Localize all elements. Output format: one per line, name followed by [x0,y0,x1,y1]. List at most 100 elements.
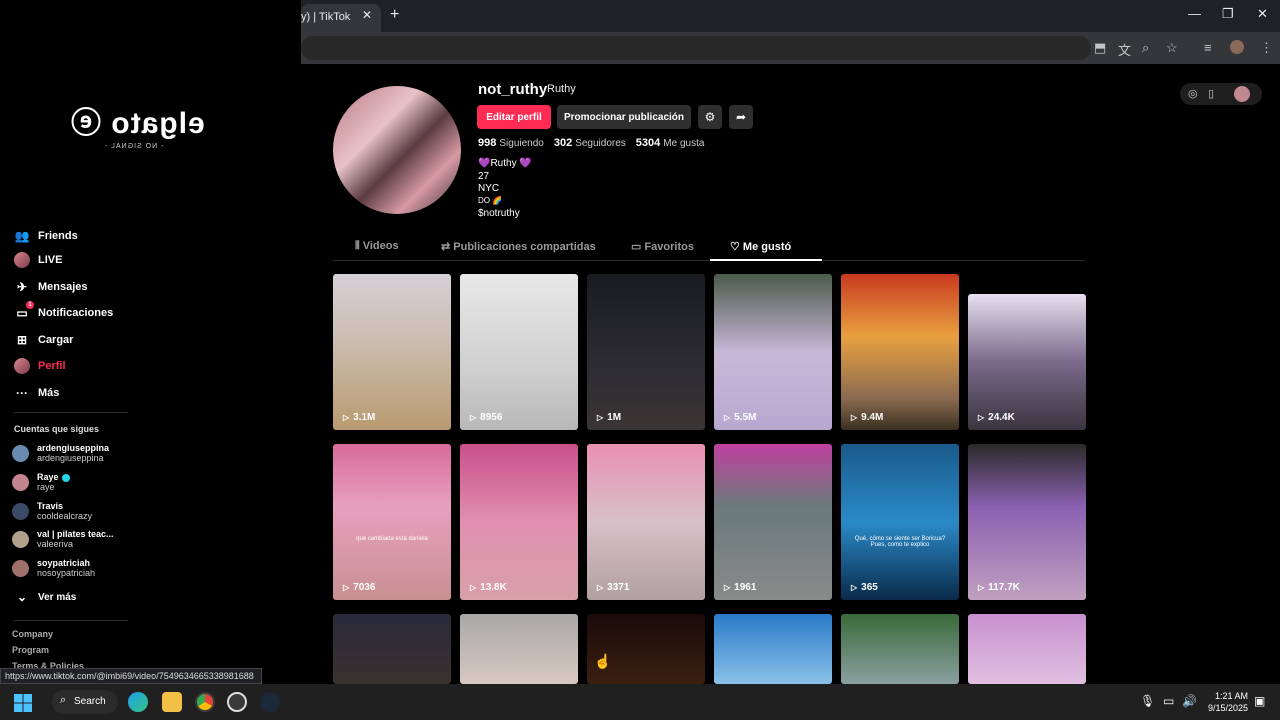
stat-following[interactable]: 998 Siguiendo [478,137,544,149]
tab-videos[interactable]: ⫴ Videos [355,240,399,253]
edit-profile-button[interactable]: Editar perfil [477,105,551,129]
bookmark-icon: ▭ [631,241,645,253]
verified-badge-icon [61,473,70,482]
video-thumbnail[interactable]: ▷ 5.5M [714,274,832,430]
chrome-icon[interactable] [195,692,215,712]
tab-close-icon[interactable]: ✕ [362,8,372,22]
nav-messages[interactable]: ✈ Mensajes [14,279,88,295]
video-thumbnail[interactable] [968,614,1086,684]
zoom-icon[interactable]: ⌕ [1142,40,1149,56]
video-thumbnail[interactable]: ▷ 3.1M [333,274,451,430]
footer-link-company[interactable]: Company [12,629,53,639]
following-account[interactable]: Travis cooldealcrazy [12,501,92,521]
nav-more[interactable]: ··· Más [14,385,59,401]
video-thumbnail[interactable] [460,614,578,684]
address-toolbar [301,32,1280,64]
play-icon: ▷ [978,583,985,592]
repost-icon: ⇄ [441,241,454,253]
microphone-icon[interactable]: 🎙 [1140,694,1155,708]
file-explorer-icon[interactable] [162,692,182,712]
video-thumbnail[interactable]: ▷ 3371 [587,444,705,600]
volume-icon[interactable]: 🔊 [1182,694,1197,708]
restore-icon[interactable]: ❐ [1222,6,1234,22]
play-icon: ▷ [470,583,477,592]
bio-line: $notruthy [478,208,520,219]
address-field[interactable] [301,36,1091,60]
video-thumbnail[interactable]: ▷ 24.4K [968,294,1086,430]
view-count: ▷ 7036 [343,582,376,593]
taskbar-search[interactable]: ⌕ Search [52,690,118,714]
translate-icon[interactable]: 文 [1118,40,1131,59]
minimize-icon[interactable]: — [1188,6,1201,21]
view-count: ▷ 8956 [470,412,503,423]
play-icon: ▷ [343,583,350,592]
video-thumbnail[interactable] [841,614,959,684]
video-thumbnail[interactable]: ▷ 117.7K [968,444,1086,600]
nav-live[interactable]: LIVE [14,252,62,268]
view-count: ▷ 1M [597,412,622,423]
profile-username: not_ruthy [478,81,548,98]
video-thumbnail[interactable] [333,614,451,684]
notification-center-icon[interactable]: ▣ [1254,694,1265,708]
share-icon[interactable]: ➦ [729,105,753,129]
tab-reposts[interactable]: ⇄ Publicaciones compartidas [441,240,596,253]
edge-icon[interactable] [128,692,148,712]
play-icon: ▷ [851,413,858,422]
promote-post-button[interactable]: Promocionar publicación [557,105,691,129]
browser-menu-icon[interactable]: ⋮ [1260,40,1273,56]
steam-icon[interactable] [260,692,280,712]
user-avatar[interactable] [1234,86,1250,102]
more-icon: ··· [16,386,28,400]
messages-icon: ✈ [16,280,28,294]
video-thumbnail[interactable]: ▷ 1M [587,274,705,430]
profile-picture[interactable] [333,86,461,214]
footer-link-program[interactable]: Program [12,645,49,655]
view-count: ▷ 3371 [597,582,630,593]
video-thumbnail[interactable]: ▷ 7036 que cambiada está daniela [333,444,451,600]
settings-gear-icon[interactable]: ⚙ [698,105,722,129]
taskbar-clock[interactable]: 1:21 AM 9/15/2025 [1200,690,1248,714]
following-account[interactable]: val | pilates teac... valeeriva [12,529,114,549]
following-account[interactable]: Raye raye [12,472,70,492]
video-thumbnail[interactable]: ▷ 13.8K [460,444,578,600]
sidebar-divider [14,620,128,621]
avatar [12,530,29,548]
video-thumbnail[interactable]: ▷ 8956 [460,274,578,430]
windows-start-icon[interactable] [14,694,32,712]
close-window-icon[interactable]: ✕ [1257,6,1268,22]
following-account[interactable]: soypatriciah nosoypatriciah [12,558,95,578]
view-count: ▷ 5.5M [724,412,757,423]
nav-notifications[interactable]: ▭ 1 Notificaciones [14,301,113,321]
tab-liked[interactable]: ♡ Me gustó [730,240,791,253]
browser-profile-icon[interactable] [1230,40,1244,54]
no-signal-label: - NO SIGNAL - [104,143,164,150]
video-thumbnail[interactable]: ▷ 9.4M [841,274,959,430]
active-tab-indicator [710,259,822,261]
nav-upload[interactable]: ⊞ Cargar [14,332,74,348]
video-thumbnail[interactable]: ▷ 365 Qué, cómo se siente ser Boricua? Pue… [841,444,959,600]
bookmark-star-icon[interactable]: ☆ [1166,40,1178,56]
video-thumbnail[interactable] [587,614,705,684]
bio-line: 💜Ruthy 💜 [478,158,532,169]
stat-followers[interactable]: 302 Seguidores [554,137,626,149]
view-count: ▷ 3.1M [343,412,376,423]
video-thumbnail[interactable] [714,614,832,684]
video-caption: Qué, cómo se siente ser Boricua? Pues, c… [854,536,946,548]
see-more-button[interactable]: ⌄ Ver más [14,589,76,605]
network-icon[interactable]: ▭ [1163,694,1174,708]
media-control-icon[interactable]: ≡ [1204,40,1212,55]
compass-icon[interactable]: ◎ [1188,87,1198,100]
install-app-icon[interactable]: ⬒ [1094,40,1106,56]
upload-icon: ⊞ [16,333,28,347]
profile-display-name: Ruthy [547,83,576,95]
tab-title: y) | TikTok [301,11,351,23]
nav-profile[interactable]: Perfil [14,358,66,374]
following-account[interactable]: ardengiuseppina ardengiuseppina [12,443,109,463]
obs-icon[interactable] [227,692,247,712]
device-icon[interactable]: ▯ [1208,87,1214,100]
video-thumbnail[interactable]: ▷ 1961 [714,444,832,600]
new-tab-icon[interactable]: + [390,6,399,24]
tab-favorites[interactable]: ▭ Favoritos [631,240,694,253]
nav-friends[interactable]: 👥 Friends [14,228,78,244]
view-count: ▷ 24.4K [978,412,1015,423]
